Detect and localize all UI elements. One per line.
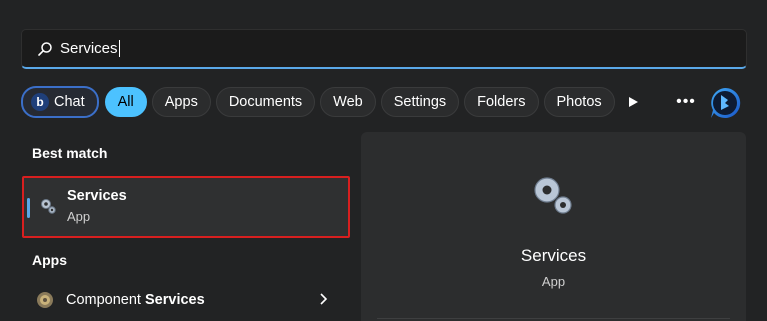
preview-panel: Services App	[361, 132, 746, 321]
best-match-type: App	[67, 209, 91, 224]
text-caret	[118, 40, 120, 57]
filter-folders[interactable]: Folders	[464, 87, 539, 117]
search-input[interactable]: Services	[21, 29, 747, 69]
services-large-icon	[529, 172, 577, 220]
search-icon	[36, 40, 54, 58]
filter-apps[interactable]: Apps	[151, 87, 211, 117]
search-filters: b Chat All Apps Documents Web Settings F…	[21, 86, 620, 118]
filter-all[interactable]: All	[104, 87, 147, 117]
best-match-heading: Best match	[32, 145, 108, 161]
filter-documents[interactable]: Documents	[215, 87, 316, 117]
filter-web[interactable]: Web	[320, 87, 376, 117]
chevron-right-icon[interactable]	[318, 292, 330, 306]
selection-indicator	[27, 198, 30, 218]
filter-settings[interactable]: Settings	[380, 87, 460, 117]
preview-type: App	[541, 274, 566, 289]
preview-title: Services	[520, 246, 587, 265]
apps-heading: Apps	[32, 252, 67, 268]
list-item-label: Component Services	[66, 292, 205, 308]
chat-chip[interactable]: b Chat	[21, 86, 99, 118]
filter-photos[interactable]: Photos	[543, 87, 615, 117]
bing-chat-icon: b	[31, 93, 49, 111]
divider	[377, 318, 730, 319]
list-item-component-services[interactable]: Component Services	[22, 284, 350, 316]
best-match-result[interactable]: Services App	[22, 176, 350, 238]
best-match-title: Services	[67, 188, 127, 204]
bing-icon[interactable]	[708, 86, 742, 120]
component-services-icon	[35, 290, 55, 310]
more-options-button[interactable]: •••	[676, 92, 696, 112]
services-gear-icon	[39, 197, 57, 215]
chat-label: Chat	[54, 94, 85, 110]
play-icon[interactable]	[623, 92, 643, 112]
search-query-text: Services	[60, 40, 118, 57]
